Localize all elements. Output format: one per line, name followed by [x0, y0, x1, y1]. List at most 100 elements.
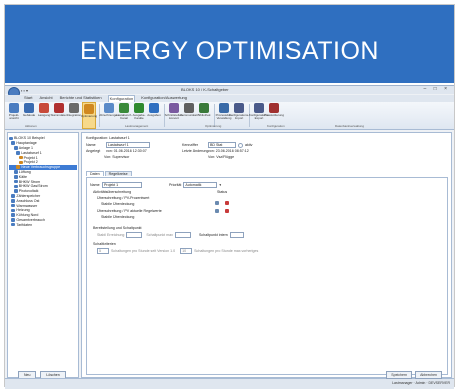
ribbon-button[interactable]: Lastgang [37, 102, 51, 129]
tree-node-icon [11, 208, 16, 213]
ribbon-tabs: Start Ansicht Berichte und Statistiken K… [5, 95, 454, 102]
edit-icon[interactable] [215, 209, 219, 213]
created-by: Von: Supervisor [104, 155, 130, 159]
ribbon-button-icon [119, 103, 129, 113]
profile-field[interactable]: Projekt 1 [102, 182, 142, 188]
s2-c-row: Schaltpunkt intern [199, 232, 244, 238]
s2-a-field[interactable] [126, 232, 143, 238]
mode-row: Priorität Automatik ▾ [169, 182, 221, 188]
ribbon-button[interactable]: Schnittstellen-konvert [165, 102, 183, 129]
banner-title: ENERGY OPTIMISATION [80, 36, 379, 65]
ribbon-button[interactable]: Integration [67, 102, 81, 129]
ribbon-button-icon [104, 103, 114, 113]
ribbon-button[interactable]: Optimierung [80, 102, 98, 129]
tree-item-label: Lastabwurf 1 [21, 150, 42, 155]
name-field[interactable]: Lastabwurf 1 [106, 142, 150, 148]
ribbon-button[interactable]: Projekt-ansicht [7, 102, 21, 129]
edit-icon[interactable] [215, 201, 219, 205]
ribbon-button-label: Ausgabe-Kanäle [132, 113, 146, 120]
row2-label: Überschreitung / PV aktuelle Regelwerte [97, 209, 162, 213]
row1-sub: Stabile Überdeckung [101, 202, 135, 206]
section-title: Schaltkriterien [93, 242, 116, 246]
tree-item-label: Tarifdaten [16, 222, 33, 227]
s3-a-field[interactable]: 5 [97, 248, 109, 254]
tab-view[interactable]: Ansicht [38, 95, 53, 102]
ribbon-button-label: Bibliothek [197, 113, 211, 117]
tab-reports[interactable]: Berichte und Statistiken [59, 95, 103, 102]
tab-start[interactable]: Start [23, 95, 33, 102]
ribbon-group-label: Konfiguration [267, 124, 285, 128]
tree-node-icon [11, 203, 16, 208]
ribbon-button-icon [269, 103, 279, 113]
config-label: Konfiguration: Lastabwurf 1 [86, 136, 130, 140]
s3-a-label: Schaltungen pro Stunde seit Version 1.0 [111, 249, 176, 253]
ribbon-button-icon [199, 103, 209, 113]
slide-frame: ENERGY OPTIMISATION ▪ ▪ ▾ BLOKS 10 / K-S… [4, 4, 455, 389]
tree-item-label: BHKW Gas/Strom [18, 184, 48, 189]
s2-c-field[interactable] [229, 232, 244, 238]
changed-value: von: 23.06.2016 08:57:12 [208, 149, 249, 153]
tree-item[interactable]: Tarifdaten [9, 222, 77, 227]
tab-data[interactable]: Daten [86, 171, 104, 176]
detail-tabs: Daten Regelkreise [86, 171, 132, 176]
section-title: Aktivitätsüberschreitung [93, 190, 132, 194]
tab-configuration[interactable]: Konfiguration [107, 95, 136, 102]
changed-by: Von: Vsz/Flügge [208, 155, 235, 159]
tree-node-icon [11, 213, 16, 217]
tree-node-icon [11, 141, 16, 145]
tree-item-label: Kühlung Nord [16, 213, 39, 218]
delete-icon[interactable] [225, 209, 229, 213]
ribbon-button-icon [169, 103, 179, 113]
save-button[interactable]: Speichern [386, 371, 413, 379]
profile-row: Name Projekt 1 [90, 182, 142, 188]
tree-item-label: Projekt 1 [23, 155, 38, 160]
tab-control-loops[interactable]: Regelkreise [104, 171, 132, 176]
ribbon-button-label: Ausgaben [147, 113, 161, 117]
ribbon-button-icon [234, 103, 244, 113]
tree-node-icon [13, 175, 18, 179]
ribbon-button-icon [39, 103, 49, 113]
s2-b-field[interactable] [174, 232, 191, 238]
window-controls[interactable]: – □ × [424, 86, 451, 92]
navigation-tree: BLOKS 10 Beispiel Hauptanlage Anlage 1 Last… [7, 132, 79, 379]
tree-item-label: Anlage 1 [18, 145, 33, 150]
status-header: Status [217, 190, 228, 194]
mode-label: Priorität [169, 183, 182, 187]
ribbon-button[interactable]: Kommunikat. [180, 102, 198, 129]
quick-access-toolbar[interactable]: ▪ ▪ ▾ [21, 88, 28, 93]
ribbon-toolbar: Projekt-ansicht Gebäude Lastgang Stammdaten… [5, 102, 454, 130]
tab-configuration-evaluation[interactable]: Konfiguration/Auswertung [140, 95, 188, 102]
chevron-down-icon[interactable]: ▾ [219, 183, 221, 187]
s3-b-label: Schaltungen pro Stunde max.vorheriges [194, 249, 259, 253]
delete-icon[interactable] [225, 201, 229, 205]
tree-item-label: Photovoltaik [18, 189, 39, 194]
id-row: Kennziffer BD Stat aktiv [182, 142, 252, 148]
section-title: Bereitstellung und Schaltpunkt [93, 226, 142, 230]
s3-b-field[interactable]: 10 [180, 248, 193, 254]
ribbon-button-label: Optimierung [80, 114, 98, 118]
cancel-button[interactable]: Abbrechen [415, 371, 442, 379]
ribbon-button-label: Konfigurations-Import [228, 113, 250, 120]
row2-sub: Stabile Überdeckung [101, 215, 135, 219]
name-label: Name [86, 143, 96, 147]
ribbon-button[interactable]: Stammdaten [51, 102, 68, 129]
ribbon-button[interactable]: Konfigurations-Import [228, 102, 250, 129]
tree-node-icon [16, 165, 21, 169]
ribbon-button-icon [84, 104, 94, 114]
active-checkbox[interactable] [238, 142, 243, 148]
tree-item-label: Neue Verbrauchsgruppe [21, 165, 61, 170]
ribbon-group-label: Aktionen [25, 124, 37, 128]
ribbon-group-label: Datenbankverwaltung [335, 124, 365, 128]
ribbon-button-icon [219, 103, 229, 113]
changed-by-row: Von: Vsz/Flügge [208, 155, 234, 159]
tree-node-icon [13, 179, 18, 184]
tree-node-icon [11, 199, 16, 203]
ribbon-button[interactable]: Ausgaben [147, 102, 161, 129]
mode-select[interactable]: Automatik [183, 182, 218, 188]
created-value: von: 01.06.2016 12:30:07 [106, 149, 147, 153]
window-titlebar: ▪ ▪ ▾ BLOKS 10 / K-Schaltgeber – □ × [5, 86, 454, 99]
ribbon-button[interactable]: Abrechnungen [99, 102, 119, 129]
config-heading: Konfiguration: Lastabwurf 1 [86, 136, 130, 140]
id-field[interactable]: BD Stat [208, 142, 236, 148]
app-screenshot: ▪ ▪ ▾ BLOKS 10 / K-Schaltgeber – □ × Sta… [5, 85, 454, 389]
